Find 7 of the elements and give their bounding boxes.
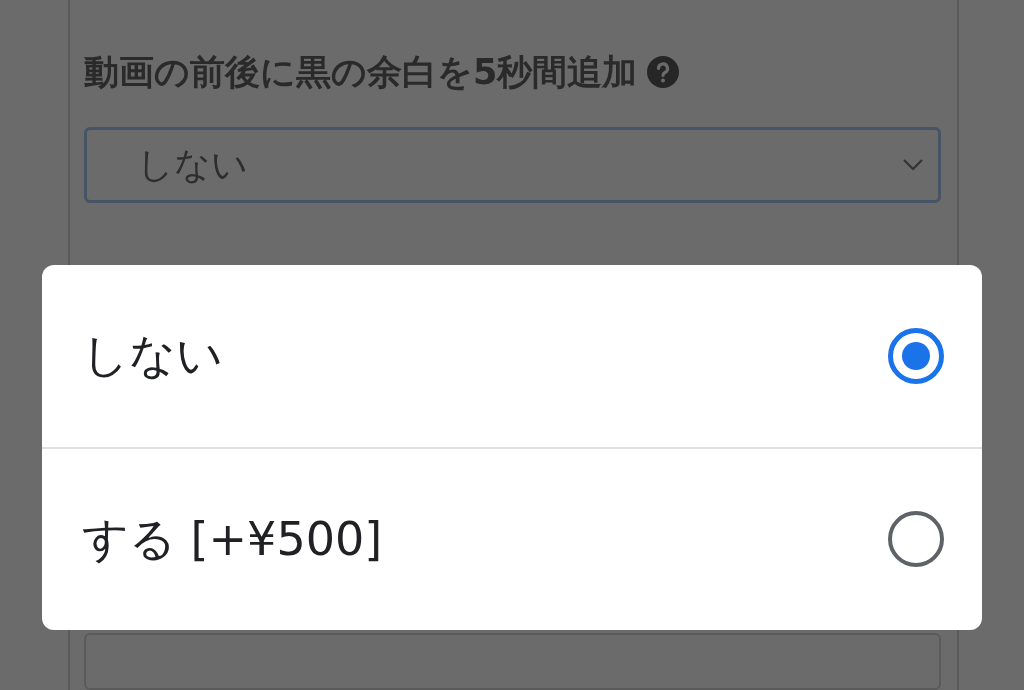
option-label[interactable]: しない	[82, 321, 223, 391]
chevron-down-icon	[902, 157, 924, 172]
radio-button[interactable]	[888, 327, 944, 384]
help-icon[interactable]	[647, 56, 680, 89]
radio-button[interactable]	[888, 511, 944, 568]
field-label: 動画の前後に黒の余白を5秒間追加	[84, 51, 638, 94]
option-label[interactable]: する [+¥500]	[82, 504, 383, 574]
